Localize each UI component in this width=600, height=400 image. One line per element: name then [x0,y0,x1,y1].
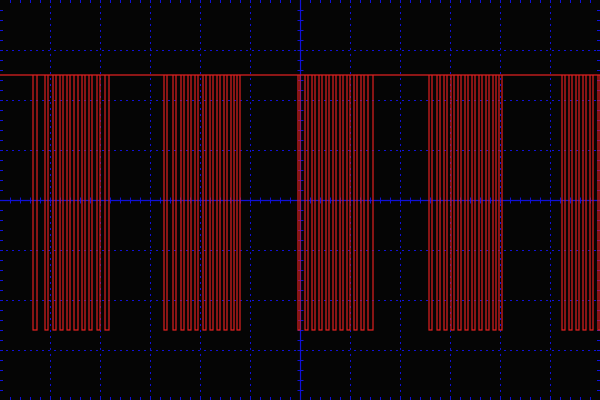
oscilloscope-display [0,0,600,400]
